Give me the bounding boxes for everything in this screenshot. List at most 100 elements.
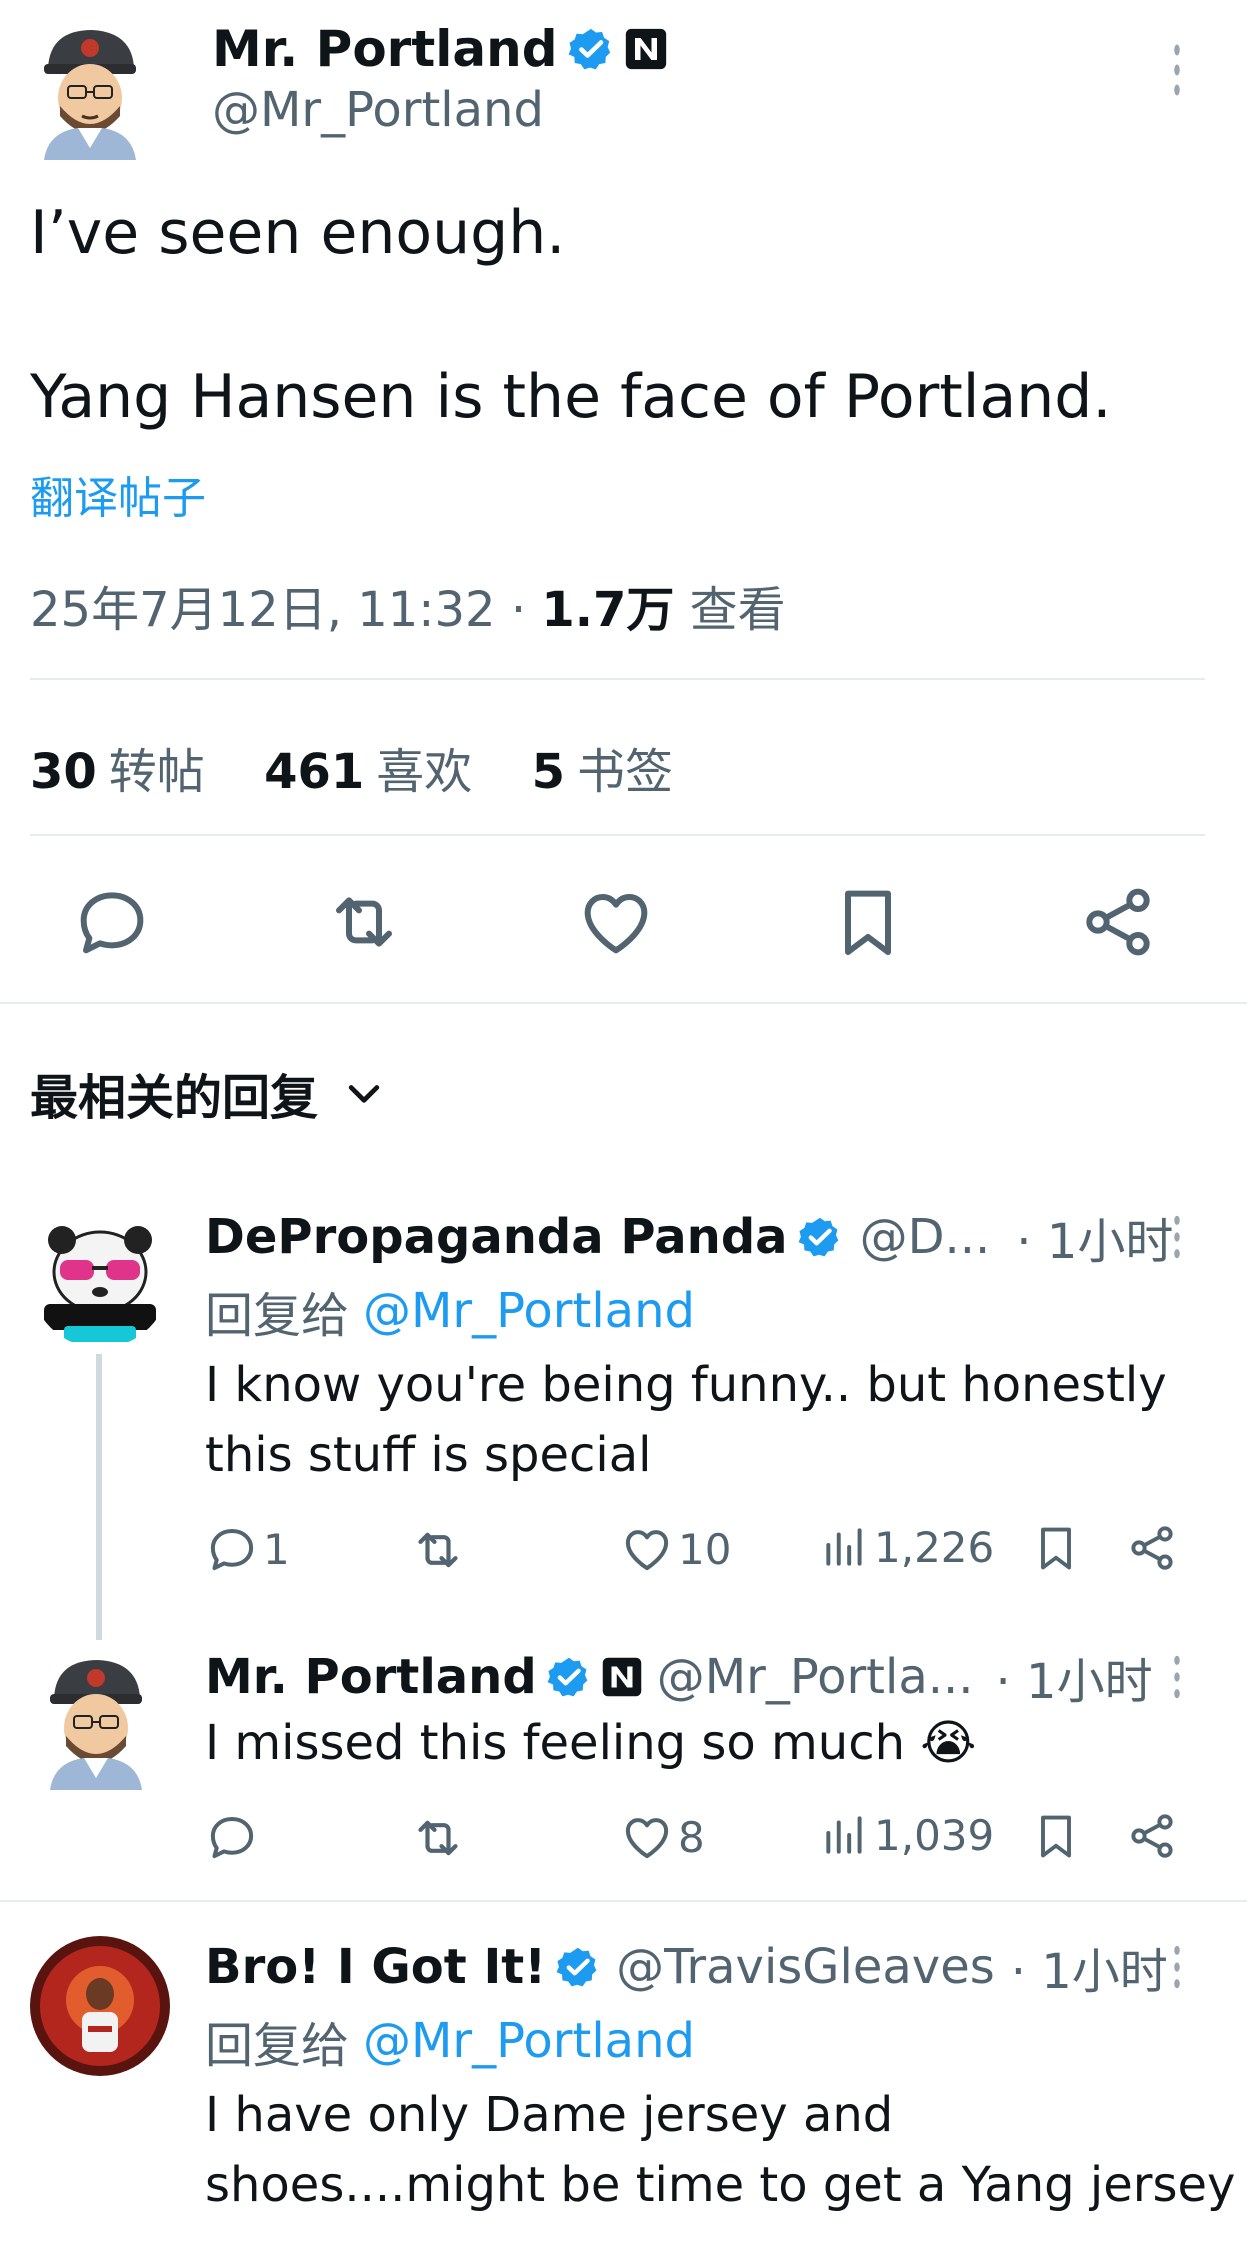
reply-more-button[interactable] — [1162, 1942, 1192, 1992]
translate-post-link[interactable]: 翻译帖子 — [30, 462, 206, 526]
bookmark-icon — [828, 882, 908, 962]
bookmark-icon — [1041, 1527, 1071, 1570]
reply-more-button[interactable] — [1162, 1212, 1192, 1262]
reply-button[interactable] — [72, 882, 152, 962]
reply-to-line: 回复给 @Mr_Portland — [205, 1276, 695, 1346]
reply-to-prefix: 回复给 — [205, 2018, 350, 2074]
reply-author-handle[interactable]: @TravisGleaves — [616, 1939, 995, 1995]
reply-like-button[interactable]: 8 — [620, 1810, 705, 1864]
reply-share-button[interactable] — [1126, 1522, 1178, 1574]
reply-like-count: 10 — [678, 1524, 732, 1574]
like-button[interactable] — [576, 882, 656, 962]
share-button[interactable] — [1078, 882, 1158, 962]
meta-separator: · — [510, 582, 527, 638]
heart-icon — [620, 1810, 674, 1864]
repost-icon — [324, 882, 404, 962]
reply-view-count: 1,226 — [874, 1522, 995, 1572]
reply-like-count: 8 — [678, 1812, 705, 1862]
reply-comment-button[interactable] — [205, 1810, 259, 1864]
reply-views-button[interactable]: 1,226 — [820, 1522, 994, 1572]
reply-bookmark-button[interactable] — [1030, 1522, 1082, 1574]
bookmarks-count[interactable]: 5 — [532, 744, 565, 800]
heart-icon — [576, 882, 656, 962]
reply-more-button[interactable] — [1162, 1652, 1192, 1702]
reply-share-button[interactable] — [1126, 1810, 1178, 1862]
views-chart-icon — [826, 1528, 862, 1566]
reply-text-line: shoes....might be time to get a Yang jer… — [205, 2157, 1236, 2213]
reply-author-name[interactable]: Mr. Portland — [205, 1649, 537, 1705]
repost-icon — [410, 1810, 466, 1866]
reply-author-name[interactable]: Bro! I Got It! — [205, 1939, 546, 1995]
replies-sort-dropdown[interactable]: 最相关的回复 — [30, 1058, 386, 1128]
tweet-text: I’ve seen enough. Yang Hansen is the fac… — [30, 192, 1220, 438]
reply-author-name[interactable]: DePropaganda Panda — [205, 1209, 788, 1265]
reply-repost-button[interactable] — [410, 1522, 466, 1578]
reply-to-mention[interactable]: @Mr_Portland — [363, 1283, 695, 1339]
verified-badge-icon — [547, 1655, 591, 1699]
engagement-stats: 30 转帖 461 喜欢 5 书签 — [30, 732, 717, 802]
reply-like-button[interactable]: 10 — [620, 1522, 731, 1576]
reply-time[interactable]: · 1小时 — [1011, 1932, 1168, 2002]
affiliate-badge-icon[interactable] — [624, 27, 668, 71]
reply-time[interactable]: · 1小时 — [1016, 1202, 1173, 1272]
more-vertical-icon — [1174, 44, 1180, 96]
tweet-meta: 25年7月12日, 11:32 · 1.7万 查看 — [30, 570, 786, 640]
bookmarks-label[interactable]: 书签 — [577, 744, 673, 800]
verified-badge-icon — [568, 26, 614, 72]
reply-author-handle[interactable]: @Mr_Portla... — [657, 1649, 974, 1705]
reply-text: I missed this feeling so much 😭 — [205, 1715, 977, 1771]
reply-header: Mr. Portland @Mr_Portla... · 1小时 — [205, 1642, 1153, 1712]
author-avatar[interactable] — [30, 20, 150, 160]
likes-label[interactable]: 喜欢 — [376, 744, 472, 800]
reply-icon — [205, 1810, 259, 1864]
more-vertical-icon — [1174, 1655, 1180, 1699]
reply-avatar[interactable] — [30, 1208, 170, 1348]
verified-badge-icon — [798, 1215, 842, 1259]
reply-comment-count: 1 — [263, 1524, 290, 1574]
sort-label: 最相关的回复 — [30, 1070, 319, 1126]
divider — [0, 1002, 1247, 1004]
reply-comment-button[interactable]: 1 — [205, 1522, 290, 1576]
reply-view-count: 1,039 — [874, 1810, 995, 1860]
author-name[interactable]: Mr. Portland — [212, 20, 558, 78]
divider — [30, 678, 1205, 680]
author-name-row[interactable]: Mr. Portland — [212, 20, 668, 78]
share-icon — [1131, 1526, 1173, 1570]
reply-avatar[interactable] — [30, 1936, 170, 2076]
reply-icon — [72, 882, 152, 962]
repost-icon — [410, 1522, 466, 1578]
reply-to-mention[interactable]: @Mr_Portland — [363, 2013, 695, 2069]
reply-author-handle[interactable]: @D... — [860, 1209, 991, 1265]
views-chart-icon — [826, 1816, 862, 1854]
reply-icon — [205, 1522, 259, 1576]
chevron-down-icon — [342, 1071, 386, 1115]
tweet-date[interactable]: 25年7月12日, 11:32 — [30, 582, 496, 638]
reply-time[interactable]: · 1小时 — [996, 1642, 1153, 1712]
author-handle[interactable]: @Mr_Portland — [212, 82, 544, 138]
reply-text: I know you're being funny.. but honestly… — [205, 1357, 1167, 1483]
reply-header: Bro! I Got It! @TravisGleaves · 1小时 — [205, 1932, 1168, 2002]
reply-bookmark-button[interactable] — [1030, 1810, 1082, 1862]
bookmark-button[interactable] — [828, 882, 908, 962]
divider — [0, 1900, 1247, 1902]
more-vertical-icon — [1174, 1945, 1180, 1989]
reply-to-line: 回复给 @Mr_Portland — [205, 2006, 695, 2076]
repost-button[interactable] — [324, 882, 404, 962]
views-label: 查看 — [689, 582, 786, 638]
more-options-button[interactable] — [1162, 40, 1192, 100]
reply-repost-button[interactable] — [410, 1810, 466, 1866]
reposts-count[interactable]: 30 — [30, 744, 97, 800]
bookmark-icon — [1041, 1815, 1071, 1858]
likes-count[interactable]: 461 — [264, 744, 364, 800]
tweet-text-line: Yang Hansen is the face of Portland. — [30, 362, 1112, 432]
more-vertical-icon — [1174, 1215, 1180, 1259]
reposts-label[interactable]: 转帖 — [109, 744, 205, 800]
reply-text: I have only Dame jersey and shoes....mig… — [205, 2080, 1245, 2220]
reply-views-button[interactable]: 1,039 — [820, 1810, 994, 1860]
heart-icon — [620, 1522, 674, 1576]
reply-to-prefix: 回复给 — [205, 1288, 350, 1344]
affiliate-badge-icon[interactable] — [601, 1656, 643, 1698]
reply-avatar[interactable] — [36, 1650, 156, 1790]
verified-badge-icon — [556, 1945, 600, 1989]
reply-text-line: I have only Dame jersey and — [205, 2087, 894, 2143]
